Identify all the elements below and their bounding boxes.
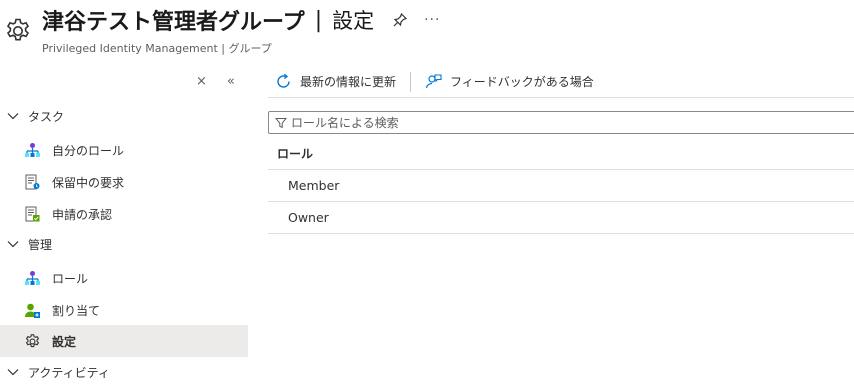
sidebar-item-settings[interactable]: 設定 <box>0 325 248 357</box>
command-bar: 最新の情報に更新 フィードバックがある場合 <box>268 66 854 98</box>
pending-requests-icon <box>25 174 40 190</box>
sidebar-item-pending-requests[interactable]: 保留中の要求 <box>0 166 248 198</box>
table-row[interactable]: Member <box>268 170 854 202</box>
page-section-title: 設定 <box>332 9 375 33</box>
assignments-icon <box>25 303 40 318</box>
search-input[interactable] <box>291 115 831 130</box>
feedback-button[interactable]: フィードバックがある場合 <box>425 68 594 96</box>
sidebar-item-assignments[interactable]: 割り当て <box>0 294 248 326</box>
refresh-label: 最新の情報に更新 <box>300 75 397 89</box>
sidebar-item-approve-requests[interactable]: 申請の承認 <box>0 198 248 230</box>
sidebar-group-label: 管理 <box>28 237 53 252</box>
chevron-down-icon <box>0 112 24 120</box>
gear-icon <box>25 334 40 348</box>
sidebar-item-label: 割り当て <box>52 303 101 318</box>
table-header-role[interactable]: ロール <box>268 138 854 170</box>
page-title: 津谷テスト管理者グループ <box>42 10 305 35</box>
page-header: 津谷テスト管理者グループ | 設定 ··· Privileged Identit… <box>0 0 854 62</box>
my-roles-icon <box>25 143 40 157</box>
pin-icon[interactable] <box>392 12 408 28</box>
gear-icon <box>6 18 30 41</box>
sidebar-group-activity[interactable]: アクティビティ <box>0 358 248 384</box>
sidebar-controls: × « <box>196 74 235 89</box>
refresh-icon <box>277 73 290 88</box>
sidebar-group-manage[interactable]: 管理 <box>0 230 248 258</box>
collapse-sidebar-icon[interactable]: « <box>227 74 235 89</box>
sidebar-item-roles[interactable]: ロール <box>0 262 248 294</box>
sidebar-item-label: 自分のロール <box>52 143 125 158</box>
sidebar-item-label: 申請の承認 <box>52 207 113 222</box>
filter-icon <box>275 117 287 128</box>
approve-requests-icon <box>25 206 40 222</box>
sidebar-item-label: ロール <box>52 271 89 286</box>
title-separator: | <box>314 7 323 33</box>
roles-icon <box>25 271 40 285</box>
more-options-icon[interactable]: ··· <box>424 12 440 28</box>
sidebar-item-label: 設定 <box>52 334 77 349</box>
page-subtitle: Privileged Identity Management | グループ <box>42 42 272 55</box>
toolbar-divider <box>410 71 412 92</box>
roles-table: ロール Member Owner <box>268 138 854 234</box>
chevron-down-icon <box>0 240 24 248</box>
sidebar: × « タスク 自分のロール 保留中の要求 申請の承認 管理 ロール 割り当て … <box>0 62 248 384</box>
sidebar-group-label: タスク <box>28 109 65 124</box>
table-row[interactable]: Owner <box>268 202 854 234</box>
sidebar-item-label: 保留中の要求 <box>52 175 125 190</box>
collapse-all-icon[interactable]: × <box>196 74 207 89</box>
refresh-button[interactable]: 最新の情報に更新 <box>275 68 396 96</box>
feedback-icon <box>425 74 442 89</box>
sidebar-group-label: アクティビティ <box>28 365 110 380</box>
chevron-down-icon <box>0 368 24 376</box>
sidebar-group-tasks[interactable]: タスク <box>0 102 248 130</box>
feedback-label: フィードバックがある場合 <box>450 75 594 89</box>
search-box[interactable] <box>268 111 854 134</box>
sidebar-item-my-roles[interactable]: 自分のロール <box>0 134 248 166</box>
